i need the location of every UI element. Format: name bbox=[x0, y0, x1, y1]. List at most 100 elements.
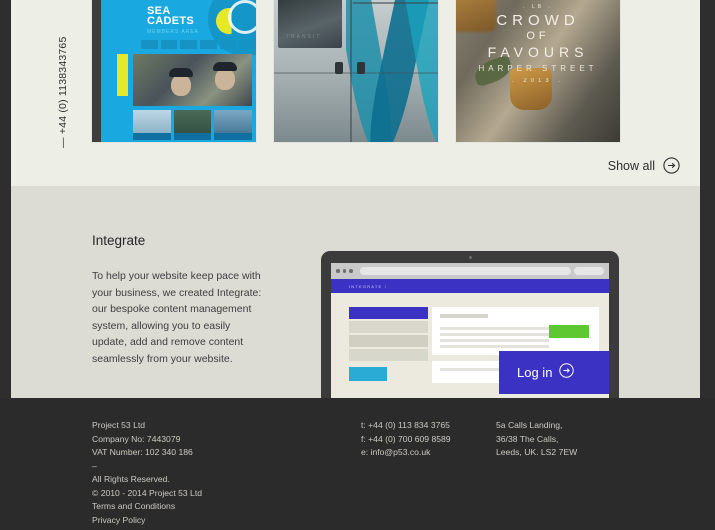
nav-item bbox=[141, 40, 158, 49]
footer-divider: – bbox=[92, 460, 97, 471]
van-panel-line bbox=[353, 2, 438, 4]
brewery-line-1: CROWD bbox=[496, 12, 580, 29]
footer-company-name: Project 53 Ltd bbox=[92, 420, 146, 430]
nav-item bbox=[239, 40, 256, 49]
footer-rights: All Rights Reserved. bbox=[92, 474, 170, 484]
thumb-item bbox=[214, 110, 253, 140]
cadet-face bbox=[171, 74, 191, 96]
footer-fax: f: +44 (0) 700 609 8589 bbox=[361, 433, 451, 444]
show-all-button[interactable]: Show all bbox=[608, 157, 680, 174]
browser-dot-icon bbox=[349, 269, 353, 273]
van-panel-line bbox=[274, 72, 438, 74]
mockup-content-heading bbox=[440, 314, 488, 318]
nav-item bbox=[180, 40, 198, 49]
van-badge-label: TRANSIT bbox=[286, 34, 322, 40]
mockup-sidebar-item bbox=[349, 335, 428, 347]
nav-item bbox=[200, 40, 217, 49]
footer-vat-number: VAT Number: 102 340 186 bbox=[92, 447, 193, 457]
van-door-handle bbox=[335, 62, 343, 74]
mockup-content-panel bbox=[432, 307, 599, 355]
footer-privacy-link[interactable]: Privacy Policy bbox=[92, 514, 202, 528]
show-all-label: Show all bbox=[607, 158, 655, 173]
mockup-sidebar-item-active bbox=[349, 307, 428, 319]
mockup-content-paragraph bbox=[440, 327, 549, 351]
mockup-sidebar-item bbox=[349, 349, 428, 361]
text-line bbox=[440, 327, 549, 330]
footer-email[interactable]: e: info@p53.co.uk bbox=[361, 446, 451, 460]
footer-telephone[interactable]: t: +44 (0) 113 834 3765 bbox=[361, 419, 451, 433]
sea-cadets-logo: SEA CADETS bbox=[147, 5, 195, 27]
site-footer: Project 53 Ltd Company No: 7443079 VAT N… bbox=[0, 398, 715, 530]
integrate-laptop-mockup: INTEGRATE / Log in bbox=[321, 251, 619, 398]
portfolio-section: — +44 (0) 1138343765 SEA CADETS MEMBERS … bbox=[11, 0, 700, 186]
circle-arrow-right-icon bbox=[663, 157, 680, 174]
sea-cadets-hero-image bbox=[133, 54, 252, 106]
van-window bbox=[278, 0, 342, 48]
integrate-body-text: To help your website keep pace with your… bbox=[92, 270, 262, 365]
footer-terms-link[interactable]: Terms and Conditions bbox=[92, 500, 202, 514]
mockup-nav-label: INTEGRATE / bbox=[349, 283, 388, 289]
browser-url-bar bbox=[359, 267, 571, 275]
footer-company-number: Company No: 7443079 bbox=[92, 433, 181, 444]
browser-dot-icon bbox=[336, 269, 340, 273]
footer-address-column: 5a Calls Landing, 36/38 The Calls, Leeds… bbox=[496, 419, 577, 460]
browser-dot-icon bbox=[342, 269, 346, 273]
footer-address-line-2: 36/38 The Calls, bbox=[496, 433, 559, 444]
text-line bbox=[440, 339, 549, 342]
footer-address-line-3: Leeds, UK. LS2 7EW bbox=[496, 447, 578, 457]
thumb-caption bbox=[214, 133, 253, 140]
brewery-line-5: . 2013 . bbox=[511, 78, 564, 84]
mockup-app-nav: INTEGRATE / bbox=[331, 279, 609, 293]
circle-arrow-right-icon bbox=[559, 362, 575, 383]
brewery-line-2: OF bbox=[526, 30, 550, 42]
integrate-title: Integrate bbox=[92, 233, 146, 248]
laptop-screen: INTEGRATE / Log in bbox=[331, 263, 609, 398]
nav-item bbox=[219, 40, 237, 49]
mockup-app-body: Log in bbox=[331, 293, 609, 398]
webcam-icon bbox=[468, 256, 472, 259]
brewery-line-lb: . LB . bbox=[523, 4, 553, 10]
mockup-browser-chrome bbox=[331, 263, 609, 279]
text-line bbox=[440, 333, 549, 336]
brewery-photo: LEEDS BREWERY . LB . CROWD OF FAVOURS HA… bbox=[456, 0, 620, 142]
van-door-handle bbox=[357, 62, 365, 74]
mockup-green-button bbox=[549, 325, 589, 338]
brewery-label: LEEDS BREWERY . LB . CROWD OF FAVOURS HA… bbox=[456, 0, 620, 142]
cadet-face bbox=[215, 68, 235, 90]
cadet-beret bbox=[169, 68, 193, 77]
mockup-cyan-button bbox=[349, 367, 387, 381]
footer-company-column: Project 53 Ltd Company No: 7443079 VAT N… bbox=[92, 419, 202, 527]
brewery-line-3: FAVOURS bbox=[487, 44, 589, 60]
portfolio-card-list: SEA CADETS MEMBERS AREA TRANSIT . LB . C… bbox=[92, 0, 620, 142]
vertical-phone-number[interactable]: — +44 (0) 1138343765 bbox=[57, 0, 77, 148]
decorative-ring-icon bbox=[228, 0, 256, 34]
login-label: Log in bbox=[517, 365, 553, 380]
sea-cadets-nav bbox=[141, 40, 256, 49]
integrate-section: Integrate To help your website keep pace… bbox=[11, 186, 700, 398]
text-line bbox=[440, 368, 500, 371]
login-overlay-panel[interactable]: Log in bbox=[499, 351, 609, 394]
browser-search-bar bbox=[574, 267, 604, 275]
mockup-sidebar-item bbox=[349, 321, 428, 333]
sea-cadets-site: SEA CADETS MEMBERS AREA bbox=[101, 0, 256, 142]
thumb-caption bbox=[173, 133, 212, 140]
footer-contact-column: t: +44 (0) 113 834 3765 f: +44 (0) 700 6… bbox=[361, 419, 451, 460]
thumb-item bbox=[133, 110, 171, 140]
portfolio-card-leeds-brewery[interactable]: LEEDS BREWERY . LB . CROWD OF FAVOURS HA… bbox=[456, 0, 620, 142]
van-panel-line bbox=[350, 0, 352, 142]
sea-cadets-subtitle: MEMBERS AREA bbox=[147, 29, 200, 35]
mockup-sidebar bbox=[349, 307, 428, 363]
van-photo: TRANSIT bbox=[274, 0, 438, 142]
sea-cadets-thumb-row bbox=[133, 110, 253, 140]
footer-copyright: © 2010 - 2014 Project 53 Ltd bbox=[92, 487, 203, 498]
nav-item bbox=[160, 40, 178, 49]
sea-cadets-side-tab bbox=[117, 54, 128, 96]
thumb-item bbox=[173, 110, 212, 140]
portfolio-card-van-livery[interactable]: TRANSIT bbox=[274, 0, 438, 142]
text-line bbox=[440, 345, 549, 348]
portfolio-card-sea-cadets[interactable]: SEA CADETS MEMBERS AREA bbox=[92, 0, 256, 142]
cadet-beret bbox=[213, 62, 237, 71]
footer-address-line-1: 5a Calls Landing, bbox=[496, 420, 563, 430]
thumb-caption bbox=[133, 133, 171, 140]
browser-frame-edge bbox=[92, 0, 101, 142]
